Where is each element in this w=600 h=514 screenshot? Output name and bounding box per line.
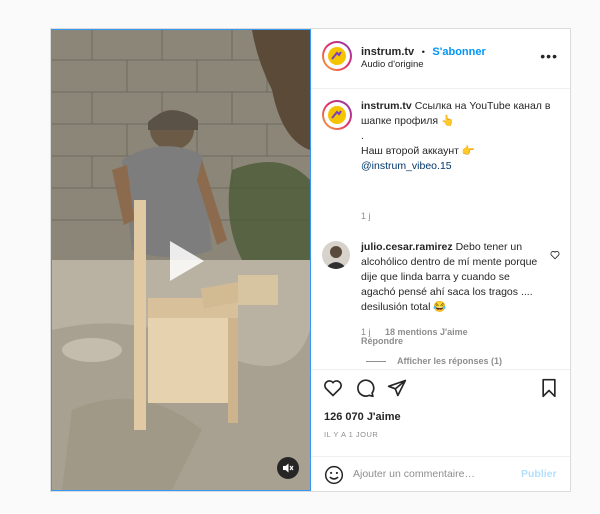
- more-options-button[interactable]: •••: [540, 49, 558, 63]
- like-comment-icon: [550, 251, 560, 260]
- mute-icon: [283, 463, 294, 473]
- post-author-username[interactable]: instrum.tv: [361, 46, 414, 58]
- comment: julio.cesar.ramirez Debo tener un alcohó…: [361, 240, 541, 315]
- mute-button[interactable]: [277, 457, 299, 479]
- separator-dot: •: [421, 47, 425, 58]
- like-comment-button[interactable]: [550, 247, 560, 265]
- post-actions: 126 070 J'aime IL Y A 1 JOUR Publier: [311, 369, 570, 491]
- share-button[interactable]: [387, 378, 407, 403]
- avatar[interactable]: [322, 41, 352, 71]
- caption-avatar[interactable]: [322, 100, 352, 130]
- show-replies-button[interactable]: Afficher les réponses (1): [397, 356, 502, 366]
- commenter-avatar[interactable]: [322, 241, 350, 269]
- caption-username[interactable]: instrum.tv: [361, 100, 412, 112]
- publish-button[interactable]: Publier: [521, 468, 557, 480]
- brand-logo-icon: [328, 106, 346, 124]
- comment-username[interactable]: julio.cesar.ramirez: [361, 241, 453, 253]
- follow-button[interactable]: S'abonner: [432, 46, 485, 58]
- comment-button[interactable]: [355, 378, 375, 403]
- play-button[interactable]: [158, 235, 210, 287]
- brand-logo-icon: [328, 47, 346, 65]
- post-date[interactable]: IL Y A 1 JOUR: [324, 430, 378, 439]
- play-icon: [170, 241, 204, 281]
- reply-button[interactable]: Répondre: [361, 336, 403, 346]
- comment-input[interactable]: [353, 465, 503, 483]
- replies-divider: [366, 361, 386, 362]
- likes-count[interactable]: 126 070 J'aime: [324, 411, 401, 423]
- comment-composer: Publier: [311, 456, 570, 492]
- post-side-panel: instrum.tv • S'abonner Audio d'origine •…: [311, 29, 570, 491]
- caption-mention-link[interactable]: @instrum_vibeo.15: [361, 160, 452, 172]
- caption-line2: Наш второй аккаунт 👉: [361, 145, 475, 157]
- emoji-icon: [324, 465, 344, 485]
- post-header: instrum.tv • S'abonner Audio d'origine •…: [311, 29, 570, 89]
- caption: instrum.tv Ссылка на YouTube канал в шап…: [361, 99, 556, 174]
- caption-dot: .: [361, 130, 364, 142]
- bookmark-icon: [542, 378, 556, 398]
- comment-icon: [357, 379, 375, 398]
- comments-section: instrum.tv Ссылка на YouTube канал в шап…: [311, 89, 570, 389]
- heart-icon: [324, 380, 342, 397]
- emoji-button[interactable]: [324, 465, 344, 490]
- share-icon: [387, 379, 407, 397]
- save-button[interactable]: [540, 378, 558, 403]
- caption-timestamp[interactable]: 1 j: [361, 211, 371, 221]
- instagram-post: instrum.tv • S'abonner Audio d'origine •…: [50, 28, 571, 492]
- audio-label[interactable]: Audio d'origine: [361, 59, 424, 70]
- post-video[interactable]: [51, 29, 311, 491]
- like-button[interactable]: [323, 378, 343, 403]
